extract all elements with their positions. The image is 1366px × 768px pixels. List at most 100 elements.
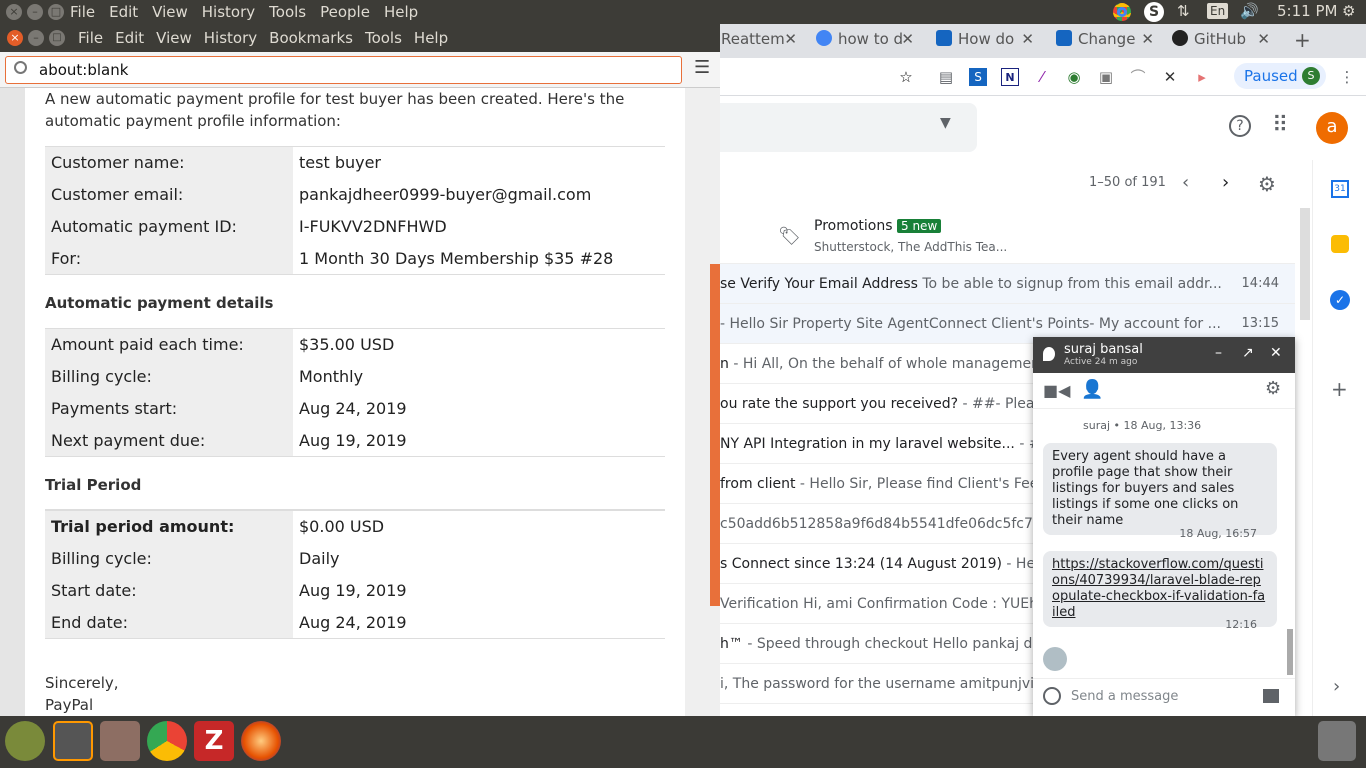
menu-item-view[interactable]: View bbox=[152, 3, 188, 21]
profile-paused-button[interactable]: Paused S bbox=[1234, 63, 1326, 89]
field-label: Payments start: bbox=[45, 392, 293, 425]
minimize-icon[interactable]: – bbox=[27, 4, 43, 20]
chrome-icon[interactable] bbox=[147, 721, 187, 761]
clock[interactable]: 5:11 PM bbox=[1277, 2, 1337, 20]
chevron-right-icon[interactable]: › bbox=[1333, 676, 1340, 697]
system-top-panel: × – □ File Edit View History Tools People Help… bbox=[0, 0, 1366, 24]
promotions-tab[interactable]: 🏷 Promotions 5 new Shutterstock, The Add… bbox=[720, 208, 1295, 264]
maximize-icon[interactable]: □ bbox=[49, 30, 65, 46]
emoji-icon[interactable] bbox=[1043, 687, 1061, 705]
volume-icon[interactable]: 🔊 bbox=[1240, 2, 1259, 20]
email-row[interactable]: se Verify Your Email Address To be able … bbox=[720, 264, 1295, 304]
sublime-icon[interactable] bbox=[53, 721, 93, 761]
keep-icon[interactable] bbox=[1331, 235, 1349, 253]
launcher-dock: Z bbox=[0, 716, 1366, 768]
menu-item-tools[interactable]: Tools bbox=[269, 3, 306, 21]
ff-menu-item-bookmarks[interactable]: Bookmarks bbox=[269, 29, 353, 47]
tab-2[interactable]: How do ✕ bbox=[936, 30, 1034, 58]
minimize-icon[interactable]: – bbox=[1215, 345, 1222, 361]
settings-gear-icon[interactable]: ⚙ bbox=[1258, 172, 1276, 196]
close-icon[interactable]: ✕ bbox=[1021, 30, 1034, 48]
menu-item-file[interactable]: File bbox=[70, 3, 95, 21]
tab-label: Change bbox=[1078, 30, 1136, 48]
popout-icon[interactable]: ↗ bbox=[1242, 345, 1254, 361]
add-person-icon[interactable]: 👤 bbox=[1081, 379, 1103, 400]
email-time: 14:44 bbox=[1235, 264, 1295, 303]
ff-menu-item-tools[interactable]: Tools bbox=[365, 29, 402, 47]
url-input[interactable]: about:blank bbox=[5, 56, 682, 84]
ff-menu-item-file[interactable]: File bbox=[78, 29, 103, 47]
extension-icon[interactable]: ✕ bbox=[1161, 68, 1179, 86]
new-tab-button[interactable]: + bbox=[1294, 28, 1314, 56]
minimize-icon[interactable]: – bbox=[28, 30, 44, 46]
network-icon[interactable]: ⇅ bbox=[1177, 2, 1190, 20]
more-vert-icon[interactable]: ⋮ bbox=[1338, 68, 1356, 86]
ff-menu-item-help[interactable]: Help bbox=[414, 29, 448, 47]
chevron-left-icon[interactable]: ‹ bbox=[1182, 172, 1189, 193]
extension-icon[interactable]: ⌒ bbox=[1129, 68, 1147, 86]
menu-item-history[interactable]: History bbox=[202, 3, 255, 21]
gear-icon[interactable]: ⚙ bbox=[1342, 2, 1355, 20]
extension-icon[interactable]: ◉ bbox=[1065, 68, 1083, 86]
extension-icon[interactable]: S bbox=[969, 68, 987, 86]
star-icon[interactable]: ☆ bbox=[897, 68, 915, 86]
menu-item-help[interactable]: Help bbox=[384, 3, 418, 21]
field-value: Daily bbox=[299, 549, 340, 568]
tab-3[interactable]: Change ✕ bbox=[1056, 30, 1154, 58]
filezilla-icon[interactable]: Z bbox=[194, 721, 234, 761]
video-call-icon[interactable]: ■◀ bbox=[1043, 381, 1070, 400]
close-icon[interactable]: ✕ bbox=[1257, 30, 1270, 48]
tab-0[interactable]: Reattem ✕ bbox=[721, 30, 797, 58]
close-icon[interactable]: ✕ bbox=[1141, 30, 1154, 48]
scrollbar[interactable] bbox=[1300, 208, 1310, 320]
close-icon[interactable]: ✕ bbox=[1270, 345, 1282, 361]
maximize-icon[interactable]: □ bbox=[48, 4, 64, 20]
ff-menu-item-edit[interactable]: Edit bbox=[115, 29, 144, 47]
apps-grid-icon[interactable]: ⠿ bbox=[1272, 113, 1288, 138]
scrollbar-thumb[interactable] bbox=[710, 264, 720, 606]
files-icon[interactable] bbox=[100, 721, 140, 761]
menu-item-edit[interactable]: Edit bbox=[109, 3, 138, 21]
chat-header[interactable]: suraj bansal Active 24 m ago – ↗ ✕ bbox=[1033, 337, 1295, 373]
close-icon[interactable]: ✕ bbox=[784, 30, 797, 48]
ff-menu-item-view[interactable]: View bbox=[156, 29, 192, 47]
message-input[interactable]: Send a message bbox=[1071, 689, 1178, 704]
field-label: Amount paid each time: bbox=[45, 328, 293, 361]
table-row: Amount paid each time: $35.00 USD bbox=[45, 328, 665, 361]
settings-gear-icon[interactable]: ⚙ bbox=[1265, 378, 1281, 399]
extension-icon[interactable]: ▸ bbox=[1193, 68, 1211, 86]
field-label: Billing cycle: bbox=[45, 542, 293, 575]
ubuntu-icon[interactable] bbox=[5, 721, 45, 761]
extension-icon[interactable]: N bbox=[1001, 68, 1019, 86]
close-icon[interactable]: × bbox=[7, 30, 23, 46]
firefox-icon[interactable] bbox=[241, 721, 281, 761]
email-snippet: i, The password for the username amitpun… bbox=[720, 676, 1063, 692]
extension-icon[interactable]: ▣ bbox=[1097, 68, 1115, 86]
tab-4[interactable]: GitHub ✕ bbox=[1172, 30, 1270, 58]
image-icon[interactable] bbox=[1263, 689, 1279, 703]
search-input[interactable]: ▼ bbox=[720, 103, 977, 152]
chat-link[interactable]: https://stackoverflow.com/questions/4073… bbox=[1043, 551, 1277, 627]
trash-icon[interactable] bbox=[1318, 721, 1356, 761]
close-icon[interactable]: ✕ bbox=[901, 30, 914, 48]
ff-menu-item-history[interactable]: History bbox=[204, 29, 257, 47]
table-row: Customer email: pankajdheer0999-buyer@gma… bbox=[45, 178, 665, 211]
tab-1[interactable]: how to d ✕ bbox=[816, 30, 914, 58]
help-icon[interactable]: ? bbox=[1229, 115, 1251, 137]
extension-icon[interactable]: ▤ bbox=[937, 68, 955, 86]
add-icon[interactable]: + bbox=[1331, 377, 1348, 401]
scrollbar[interactable] bbox=[1287, 629, 1293, 675]
keyboard-layout[interactable]: En bbox=[1207, 3, 1229, 19]
tasks-icon[interactable]: ✓ bbox=[1330, 290, 1350, 310]
chevron-right-icon[interactable]: › bbox=[1222, 172, 1229, 193]
promotions-title: Promotions bbox=[814, 218, 893, 234]
menu-item-people[interactable]: People bbox=[320, 3, 370, 21]
avatar[interactable]: a bbox=[1316, 112, 1348, 144]
extension-icon[interactable]: ⁄ bbox=[1033, 68, 1051, 86]
close-icon[interactable]: × bbox=[6, 4, 22, 20]
hamburger-menu-icon[interactable]: ☰ bbox=[694, 57, 710, 78]
chrome-icon[interactable] bbox=[1113, 3, 1131, 25]
chevron-down-icon[interactable]: ▼ bbox=[940, 115, 951, 131]
skype-icon[interactable]: S bbox=[1144, 2, 1164, 22]
calendar-icon[interactable]: 31 bbox=[1331, 180, 1349, 198]
